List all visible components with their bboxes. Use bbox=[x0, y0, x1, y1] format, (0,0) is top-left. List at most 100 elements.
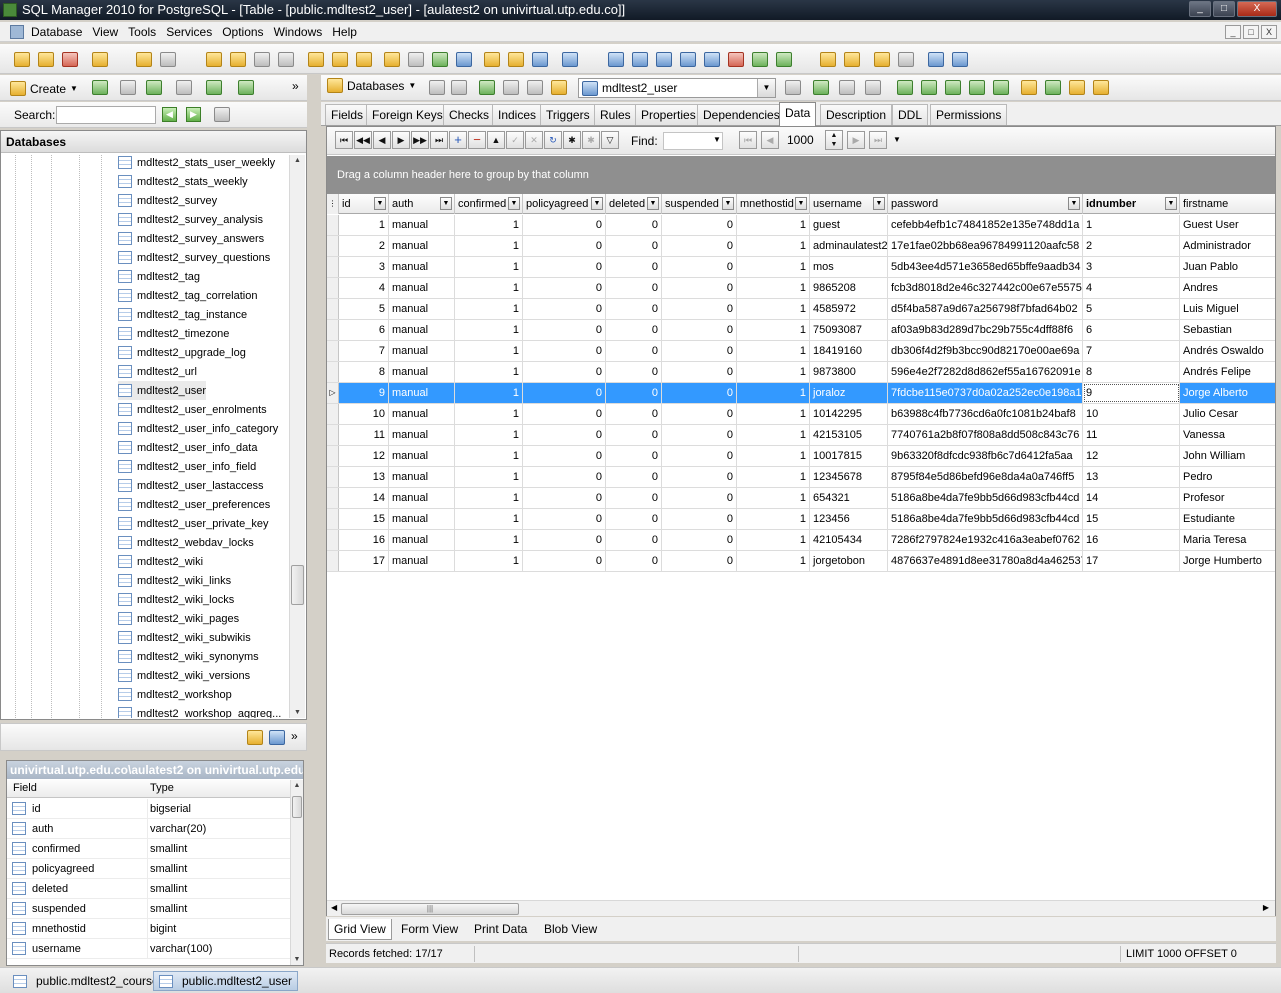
scroll-up-icon[interactable]: ▲ bbox=[290, 157, 305, 164]
cell-confirmed[interactable]: 1 bbox=[455, 236, 523, 256]
row-indicator[interactable] bbox=[327, 467, 339, 487]
tree-item-table[interactable]: mdltest2_url bbox=[118, 362, 197, 381]
tab-foreign-keys[interactable]: Foreign Keys bbox=[366, 104, 449, 125]
table-row[interactable]: 14 manual 1 0 0 0 1 654321 5186a8be4da7fe9bb5d66… bbox=[327, 488, 1275, 509]
explorer-scroll-thumb[interactable] bbox=[291, 565, 304, 605]
toolbar-overflow-icon[interactable]: » bbox=[292, 79, 299, 93]
cell-suspended[interactable]: 0 bbox=[662, 320, 737, 340]
cell-auth[interactable]: manual bbox=[389, 425, 455, 445]
query-builder-icon[interactable] bbox=[230, 52, 246, 67]
maximize-button[interactable]: □ bbox=[1213, 1, 1235, 17]
cell-confirmed[interactable]: 1 bbox=[455, 278, 523, 298]
tab-dependencies[interactable]: Dependencies bbox=[697, 104, 786, 125]
cell-id[interactable]: 15 bbox=[339, 509, 389, 529]
refresh-records-icon[interactable]: ↻ bbox=[544, 131, 562, 149]
cell-idnumber[interactable]: 13 bbox=[1083, 467, 1180, 487]
column-header-suspended[interactable]: suspended ▼ bbox=[662, 194, 737, 214]
row-indicator[interactable] bbox=[327, 488, 339, 508]
row-indicator[interactable] bbox=[327, 236, 339, 256]
first-record-icon[interactable]: ⏮ bbox=[335, 131, 353, 149]
row-indicator[interactable] bbox=[327, 341, 339, 361]
cell-suspended[interactable]: 0 bbox=[662, 425, 737, 445]
menu-view[interactable]: View bbox=[87, 22, 123, 42]
export-icon[interactable] bbox=[356, 52, 372, 67]
cell-deleted[interactable]: 0 bbox=[606, 530, 662, 550]
explorer-scrollbar[interactable]: ▲ ▼ bbox=[289, 155, 305, 718]
restore-icon[interactable] bbox=[508, 52, 524, 67]
cell-policyagreed[interactable]: 0 bbox=[523, 362, 606, 382]
cell-firstname[interactable]: Sebastian bbox=[1180, 320, 1275, 340]
cell-id[interactable]: 1 bbox=[339, 215, 389, 235]
panel-splitter[interactable] bbox=[309, 75, 321, 963]
cell-deleted[interactable]: 0 bbox=[606, 341, 662, 361]
last-record-icon[interactable]: ⏭ bbox=[430, 131, 448, 149]
column-header-username[interactable]: username ▼ bbox=[810, 194, 888, 214]
cell-deleted[interactable]: 0 bbox=[606, 509, 662, 529]
cell-auth[interactable]: manual bbox=[389, 236, 455, 256]
tree-item-table[interactable]: mdltest2_webdav_locks bbox=[118, 533, 254, 552]
field-row[interactable]: mnethostid bigint bbox=[7, 919, 291, 939]
cell-username[interactable]: joraloz bbox=[810, 383, 888, 403]
tree-item-table[interactable]: mdltest2_user_lastaccess bbox=[118, 476, 264, 495]
drop-field-icon[interactable] bbox=[945, 80, 961, 95]
cell-id[interactable]: 11 bbox=[339, 425, 389, 445]
commit-icon[interactable] bbox=[839, 80, 855, 95]
cell-mnethostid[interactable]: 1 bbox=[737, 404, 810, 424]
chevron-down-icon[interactable]: ▼ bbox=[713, 135, 721, 144]
table-row[interactable]: 17 manual 1 0 0 0 1 jorgetobon 4876637e4891d8ee3… bbox=[327, 551, 1275, 572]
tree-item-table[interactable]: mdltest2_wiki_synonyms bbox=[118, 647, 259, 666]
table-row[interactable]: 12 manual 1 0 0 0 1 10017815 9b63320f8dfcdc938fb… bbox=[327, 446, 1275, 467]
table-row[interactable]: 1 manual 1 0 0 0 1 guest cefebb4efb1c74841852e13… bbox=[327, 215, 1275, 236]
cell-username[interactable]: 42153105 bbox=[810, 425, 888, 445]
cell-mnethostid[interactable]: 1 bbox=[737, 530, 810, 550]
next-record-icon[interactable]: ▶ bbox=[392, 131, 410, 149]
tile-icon[interactable] bbox=[632, 52, 648, 67]
chevron-down-icon[interactable]: ▼ bbox=[893, 135, 901, 144]
mdi-minimize-button[interactable]: _ bbox=[1225, 25, 1241, 39]
cancel-edit-icon[interactable]: ✕ bbox=[525, 131, 543, 149]
tree-item-table[interactable]: mdltest2_wiki_pages bbox=[118, 609, 239, 628]
cell-suspended[interactable]: 0 bbox=[662, 383, 737, 403]
field-row[interactable]: policyagreed smallint bbox=[7, 859, 291, 879]
register-database-icon[interactable] bbox=[38, 52, 54, 67]
cell-idnumber[interactable]: 6 bbox=[1083, 320, 1180, 340]
scroll-down-icon[interactable]: ▼ bbox=[290, 709, 305, 716]
new-index-icon[interactable] bbox=[969, 80, 985, 95]
search-next-icon[interactable]: ▶ bbox=[186, 107, 201, 122]
tab-permissions[interactable]: Permissions bbox=[930, 104, 1008, 125]
cell-auth[interactable]: manual bbox=[389, 341, 455, 361]
tree-options-icon[interactable] bbox=[238, 80, 254, 95]
cell-firstname[interactable]: Administrador bbox=[1180, 236, 1275, 256]
cell-mnethostid[interactable]: 1 bbox=[737, 257, 810, 277]
cell-suspended[interactable]: 0 bbox=[662, 404, 737, 424]
table-row[interactable]: 4 manual 1 0 0 0 1 9865208 fcb3d8018d2e46c327442… bbox=[327, 278, 1275, 299]
row-indicator[interactable] bbox=[327, 362, 339, 382]
cell-idnumber[interactable]: 3 bbox=[1083, 257, 1180, 277]
cell-confirmed[interactable]: 1 bbox=[455, 551, 523, 571]
tree-item-table[interactable]: mdltest2_timezone bbox=[118, 324, 229, 343]
field-row[interactable]: suspended smallint bbox=[7, 899, 291, 919]
cell-confirmed[interactable]: 1 bbox=[455, 299, 523, 319]
search-prev-icon[interactable]: ◀ bbox=[162, 107, 177, 122]
cell-username[interactable]: mos bbox=[810, 257, 888, 277]
group-by-area[interactable]: Drag a column header here to group by th… bbox=[327, 156, 1275, 194]
cell-auth[interactable]: manual bbox=[389, 530, 455, 550]
scroll-right-icon[interactable]: ▶ bbox=[1263, 903, 1269, 912]
cell-policyagreed[interactable]: 0 bbox=[523, 215, 606, 235]
backup-icon[interactable] bbox=[484, 52, 500, 67]
cell-deleted[interactable]: 0 bbox=[606, 488, 662, 508]
cell-username[interactable]: 12345678 bbox=[810, 467, 888, 487]
row-indicator[interactable] bbox=[327, 404, 339, 424]
cell-confirmed[interactable]: 1 bbox=[455, 425, 523, 445]
grid-horizontal-scrollbar[interactable]: ◀ ||| ▶ bbox=[327, 900, 1275, 916]
cell-id[interactable]: 14 bbox=[339, 488, 389, 508]
column-header-policyagreed[interactable]: policyagreed ▼ bbox=[523, 194, 606, 214]
cell-firstname[interactable]: Andrés Felipe bbox=[1180, 362, 1275, 382]
menu-tools[interactable]: Tools bbox=[123, 22, 161, 42]
tools-icon[interactable] bbox=[952, 52, 968, 67]
cell-policyagreed[interactable]: 0 bbox=[523, 488, 606, 508]
cell-suspended[interactable]: 0 bbox=[662, 551, 737, 571]
cell-suspended[interactable]: 0 bbox=[662, 257, 737, 277]
cell-firstname[interactable]: Andres bbox=[1180, 278, 1275, 298]
field-row[interactable]: confirmed smallint bbox=[7, 839, 291, 859]
